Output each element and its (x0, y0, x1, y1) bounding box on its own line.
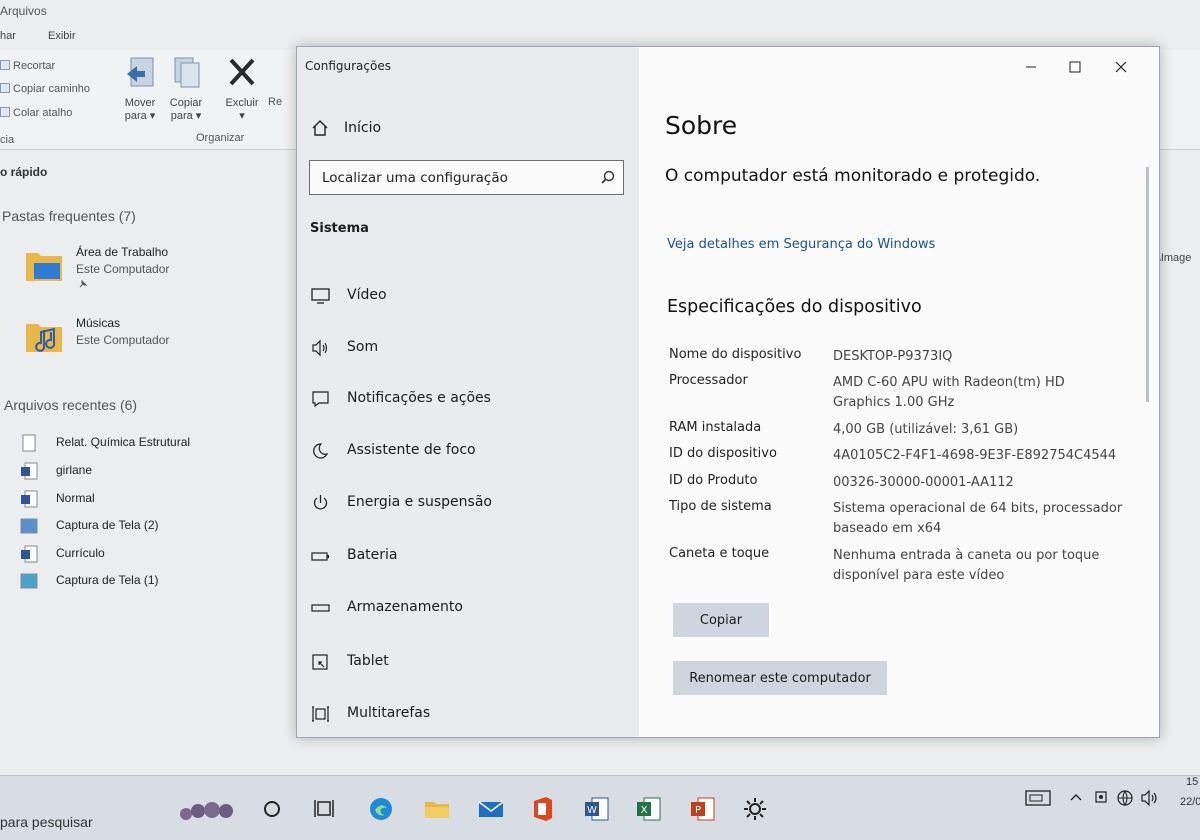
sidebar-section-heading: Sistema (310, 221, 369, 236)
settings-search-box[interactable] (309, 160, 624, 195)
clock-time[interactable]: 15 (1186, 776, 1198, 788)
music-folder-icon (26, 324, 62, 352)
svg-text:X: X (641, 805, 648, 816)
power-icon (313, 495, 328, 510)
rename-button-partial[interactable]: Re (268, 96, 282, 108)
sidebar-item-video[interactable]: Vídeo (311, 283, 621, 311)
home-nav-item[interactable]: Início (311, 117, 611, 141)
window-title: Configurações (305, 59, 391, 73)
move-to-button[interactable]: Mover para ▾ (117, 56, 163, 122)
sidebar-item-battery[interactable]: Bateria (311, 543, 621, 571)
taskbar-search[interactable]: para pesquisar (0, 814, 93, 830)
folder-name: Músicas (76, 316, 121, 330)
move-to-icon (127, 57, 154, 87)
home-icon (312, 120, 328, 136)
moon-icon (313, 443, 329, 459)
cortana-icon[interactable] (258, 794, 288, 824)
folder-location: Este Computador (76, 262, 170, 276)
organize-group-label: Organizar (196, 132, 245, 144)
mail-icon[interactable] (476, 794, 506, 824)
globe-icon[interactable] (1116, 788, 1134, 808)
excel-icon[interactable]: X (634, 794, 664, 824)
word-document-icon (21, 462, 38, 480)
task-view-icon[interactable] (310, 794, 340, 824)
powerpoint-icon[interactable]: P (688, 794, 718, 824)
copy-path-button[interactable]: Copiar caminho (0, 83, 90, 95)
delete-x-icon (229, 58, 255, 86)
notification-icon (312, 391, 329, 408)
speaker-icon (312, 339, 328, 357)
taskbar: para pesquisar W X P 15 22/0 (0, 775, 1200, 840)
document-icon (22, 434, 36, 452)
page-title: Sobre (665, 111, 738, 140)
recent-files-header[interactable]: Arquivos recentes (6) (4, 397, 137, 413)
search-icon[interactable] (600, 170, 616, 186)
paste-shortcut-icon (0, 107, 10, 117)
monitor-icon (311, 288, 330, 304)
device-specs-heading: Especificações do dispositivo (667, 297, 922, 317)
chevron-up-icon[interactable] (1068, 788, 1084, 808)
rename-pc-button[interactable]: Renomear este computador (673, 661, 887, 695)
folder-location: Este Computador (76, 333, 170, 347)
settings-search-input[interactable] (310, 161, 592, 194)
copy-button[interactable]: Copiar (673, 603, 769, 637)
office-icon[interactable] (528, 794, 558, 824)
home-label: Início (344, 120, 382, 136)
sidebar-item-storage[interactable]: Armazenamento (311, 595, 621, 623)
sidebar-item-sound[interactable]: Som (311, 335, 621, 363)
menu-item-view[interactable]: Exibir (48, 30, 76, 42)
multitask-icon (312, 706, 329, 722)
sidebar-item-multitasking[interactable]: Multitarefas (311, 701, 621, 729)
explorer-title: Arquivos (0, 4, 47, 18)
menu-item-share[interactable]: har (0, 30, 16, 42)
network-icon[interactable] (1092, 788, 1110, 808)
word-document-icon (21, 545, 38, 563)
content-scrollbar[interactable] (1146, 167, 1149, 402)
cut-button[interactable]: Recortar (0, 60, 55, 72)
battery-icon (311, 552, 329, 561)
people-icon[interactable] (176, 794, 242, 824)
scissors-icon (0, 60, 10, 70)
word-document-icon (21, 490, 38, 508)
clock-date[interactable]: 22/0 (1180, 796, 1200, 808)
edge-browser-icon[interactable] (366, 794, 396, 824)
pin-icon[interactable] (78, 279, 88, 289)
copy-to-icon (174, 57, 200, 88)
about-content: Sobre O computador está monitorado e pro… (639, 47, 1159, 737)
image-file-icon (20, 518, 38, 534)
desktop-folder-icon (26, 253, 62, 281)
storage-icon (311, 604, 330, 612)
image-file-icon (20, 573, 38, 589)
svg-text:W: W (587, 805, 597, 816)
sidebar-item-power-sleep[interactable]: Energia e suspensão (311, 490, 621, 518)
folder-name: Área de Trabalho (76, 245, 169, 259)
protection-status: O computador está monitorado e protegido… (665, 166, 1041, 186)
svg-text:P: P (695, 805, 701, 816)
copy-path-icon (0, 83, 10, 93)
quick-access-nav[interactable]: o rápido (0, 165, 47, 179)
sidebar-item-focus-assist[interactable]: Assistente de foco (311, 438, 621, 466)
word-icon[interactable]: W (582, 794, 612, 824)
frequent-folders-header[interactable]: Pastas frequentes (7) (2, 208, 136, 224)
file-explorer-icon[interactable] (422, 794, 452, 824)
sidebar-item-tablet[interactable]: Tablet (311, 649, 621, 677)
volume-icon[interactable] (1140, 788, 1160, 808)
sidebar-item-notifications[interactable]: Notificações e ações (311, 386, 621, 414)
keyboard-icon[interactable] (1024, 788, 1052, 808)
delete-button[interactable]: Excluir ▾ (219, 56, 265, 122)
copy-to-button[interactable]: Copiar para ▾ (163, 56, 209, 122)
tablet-icon (312, 654, 328, 670)
settings-gear-icon[interactable] (740, 794, 770, 824)
windows-security-link[interactable]: Veja detalhes em Segurança do Windows (667, 237, 935, 252)
clipboard-group-label: cia (0, 134, 15, 146)
settings-sidebar: Configurações Início Sistema Vídeo Som N… (297, 47, 639, 737)
paste-shortcut-button[interactable]: Colar atalho (0, 107, 72, 119)
settings-window: Configurações Início Sistema Vídeo Som N… (296, 46, 1160, 738)
